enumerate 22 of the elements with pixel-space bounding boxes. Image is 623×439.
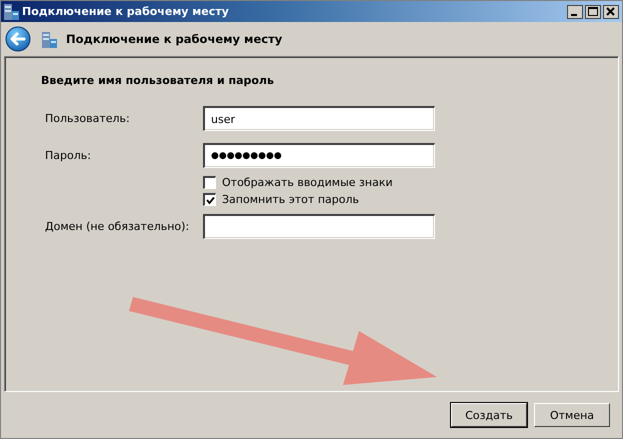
minimize-button[interactable]: [567, 4, 583, 18]
field-label: Домен (не обязательно):: [44, 220, 190, 233]
window-title: Подключение к рабочему месту: [22, 5, 230, 18]
checkbox[interactable]: [203, 176, 216, 189]
dialog-button[interactable]: Создать: [451, 403, 527, 427]
field-label: Пароль:: [44, 149, 92, 162]
building-icon: [41, 30, 58, 48]
page-title: Подключение к рабочему месту: [66, 32, 282, 46]
password-field[interactable]: ●●●●●●●●●: [203, 143, 435, 168]
input-field[interactable]: [203, 214, 435, 239]
building-icon: [3, 2, 20, 21]
checkbox-label[interactable]: Запомнить этот пароль: [222, 193, 359, 206]
check-icon: [206, 196, 214, 204]
dialog-button[interactable]: Отмена: [534, 403, 610, 427]
checkbox-label[interactable]: Отображать вводимые знаки: [222, 176, 393, 189]
maximize-button[interactable]: [585, 4, 601, 18]
input-field[interactable]: user: [203, 106, 435, 131]
field-label: Пользователь:: [44, 112, 131, 125]
section-heading: Введите имя пользователя и пароль: [41, 74, 275, 87]
back-button[interactable]: [5, 26, 31, 52]
close-button[interactable]: [603, 4, 619, 18]
checkbox[interactable]: [203, 193, 216, 206]
